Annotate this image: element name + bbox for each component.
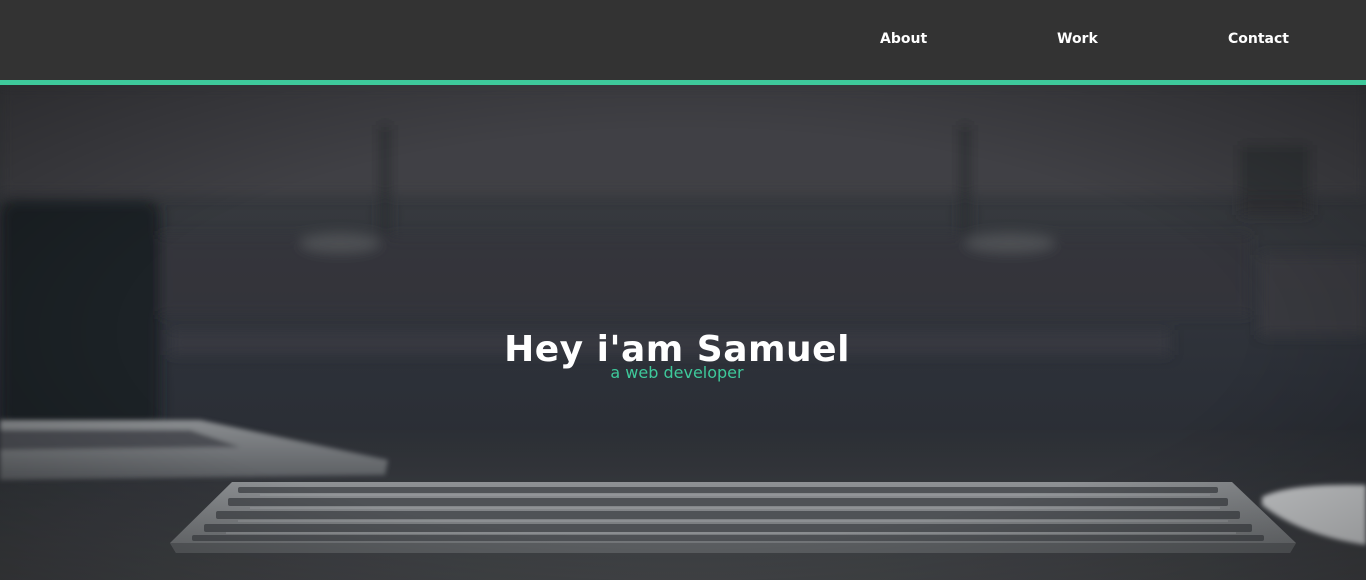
navbar-accent-line	[0, 80, 1366, 85]
nav-link-contact[interactable]: Contact	[1228, 31, 1289, 47]
page: About Work Contact Hey i'am Samuel a web…	[0, 0, 1366, 580]
nav-link-work[interactable]: Work	[1057, 31, 1098, 47]
nav-link-about[interactable]: About	[880, 31, 927, 47]
hero-section: Hey i'am Samuel a web developer	[0, 85, 1366, 580]
hero-subtitle: a web developer	[610, 363, 744, 382]
top-navbar: About Work Contact	[0, 0, 1366, 80]
